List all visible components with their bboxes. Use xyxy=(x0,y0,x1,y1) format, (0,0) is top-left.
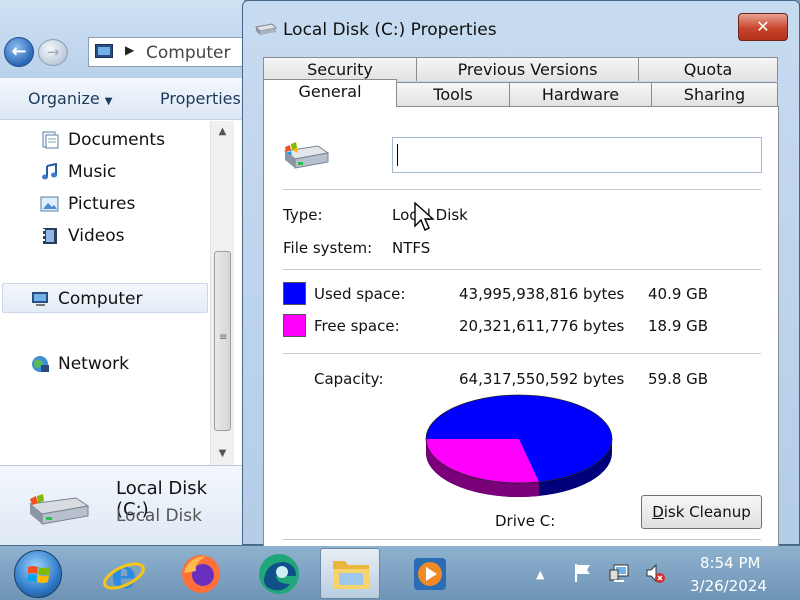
address-bar[interactable]: ▶ Computer xyxy=(88,37,248,67)
tab-security[interactable]: Security xyxy=(263,57,417,81)
media-player-icon xyxy=(414,558,446,590)
nav-label: Videos xyxy=(68,226,125,246)
nav-item-videos[interactable]: Videos xyxy=(0,221,208,251)
scroll-thumb[interactable]: ≡ xyxy=(214,251,231,431)
divider xyxy=(283,189,761,190)
volume-muted-icon[interactable] xyxy=(644,562,666,584)
nav-item-network[interactable]: Network xyxy=(0,349,208,379)
nav-label: Computer xyxy=(58,289,143,309)
divider xyxy=(283,353,761,354)
nav-item-computer[interactable]: Computer xyxy=(2,283,208,313)
nav-scrollbar[interactable]: ▲ ≡ ▼ xyxy=(210,121,234,465)
back-button[interactable]: ← xyxy=(4,37,34,67)
details-drive-type: Local Disk xyxy=(116,506,202,526)
used-space-gb: 40.9 GB xyxy=(648,285,709,303)
details-pane: Local Disk (C:) Local Disk xyxy=(0,465,244,545)
tab-general[interactable]: General xyxy=(263,79,397,107)
mouse-cursor-icon xyxy=(414,202,435,231)
hard-drive-icon xyxy=(28,494,90,525)
properties-button[interactable]: Properties xyxy=(160,89,241,108)
taskbar-edge[interactable] xyxy=(250,548,310,599)
nav-item-music[interactable]: Music xyxy=(0,157,208,187)
nav-item-documents[interactable]: Documents xyxy=(0,125,208,155)
start-button[interactable] xyxy=(14,550,62,598)
show-hidden-icons-icon[interactable]: ▲ xyxy=(536,568,544,581)
divider xyxy=(283,269,761,270)
internet-explorer-icon: e xyxy=(103,552,145,596)
free-space-label: Free space: xyxy=(314,317,400,335)
tab-previous-versions[interactable]: Previous Versions xyxy=(416,57,639,81)
used-space-bytes: 43,995,938,816 bytes xyxy=(459,285,625,303)
capacity-label: Capacity: xyxy=(314,370,384,388)
type-label: Type: xyxy=(283,206,323,224)
grip-icon: ≡ xyxy=(219,332,228,343)
taskbar-internet-explorer[interactable]: e xyxy=(94,548,154,599)
clock-time[interactable]: 8:54 PM xyxy=(700,554,760,572)
general-tab-panel: Type: Local Disk File system: NTFS Used … xyxy=(263,106,779,546)
breadcrumb-chevron-icon[interactable]: ▶ xyxy=(125,43,134,57)
nav-item-pictures[interactable]: Pictures xyxy=(0,189,208,219)
tab-quota[interactable]: Quota xyxy=(638,57,778,81)
forward-arrow-icon: → xyxy=(46,43,60,61)
free-space-swatch xyxy=(283,314,306,337)
breadcrumb-computer[interactable]: Computer xyxy=(146,43,231,63)
taskbar-file-explorer[interactable] xyxy=(320,548,380,599)
command-bar: Organize ▼ Properties xyxy=(0,78,244,120)
disk-usage-pie-chart xyxy=(425,394,613,497)
properties-dialog: Local Disk (C:) Properties ✕ Security Pr… xyxy=(242,0,800,546)
close-button[interactable]: ✕ xyxy=(738,13,788,41)
network-status-icon[interactable] xyxy=(608,562,630,584)
text-caret xyxy=(397,144,398,166)
drive-name-input[interactable] xyxy=(392,137,762,173)
taskbar-firefox[interactable] xyxy=(172,548,232,599)
scroll-up-arrow-icon[interactable]: ▲ xyxy=(211,121,234,143)
capacity-bytes: 64,317,550,592 bytes xyxy=(459,370,625,388)
edge-icon xyxy=(259,554,299,594)
drive-icon xyxy=(255,23,277,35)
hard-drive-icon xyxy=(283,142,330,169)
action-center-flag-icon[interactable] xyxy=(572,562,594,584)
dropdown-arrow-icon: ▼ xyxy=(104,96,113,107)
computer-icon xyxy=(95,44,113,58)
nav-label: Network xyxy=(58,354,129,374)
close-icon: ✕ xyxy=(756,17,770,36)
divider xyxy=(283,539,761,540)
explorer-window: ← → ▶ Computer Organize ▼ Properties Doc… xyxy=(0,0,248,545)
free-space-gb: 18.9 GB xyxy=(648,317,709,335)
used-space-label: Used space: xyxy=(314,285,406,303)
scroll-down-arrow-icon[interactable]: ▼ xyxy=(211,443,234,465)
videos-icon xyxy=(43,228,57,244)
used-space-swatch xyxy=(283,282,306,305)
back-arrow-icon: ← xyxy=(11,41,27,62)
nav-label: Documents xyxy=(68,130,165,150)
tab-sharing[interactable]: Sharing xyxy=(651,82,778,106)
documents-icon xyxy=(42,131,59,149)
dialog-title: Local Disk (C:) Properties xyxy=(283,20,497,40)
nav-label: Pictures xyxy=(68,194,136,214)
explorer-titlebar: ← → ▶ Computer xyxy=(0,0,248,78)
capacity-gb: 59.8 GB xyxy=(648,370,709,388)
tab-tools[interactable]: Tools xyxy=(396,82,510,106)
navigation-pane: Documents Music Pictures Videos Computer… xyxy=(0,121,210,465)
forward-button[interactable]: → xyxy=(38,39,68,66)
computer-icon xyxy=(32,292,48,306)
taskbar-media-player[interactable] xyxy=(400,548,460,599)
organize-menu[interactable]: Organize ▼ xyxy=(28,89,112,108)
pictures-icon xyxy=(40,196,59,212)
network-icon xyxy=(32,356,49,372)
taskbar: e ▲ 8:54 PM 3/26/2024 xyxy=(0,545,800,600)
tab-hardware[interactable]: Hardware xyxy=(509,82,652,106)
free-space-bytes: 20,321,611,776 bytes xyxy=(459,317,625,335)
file-system-label: File system: xyxy=(283,239,373,257)
drive-label: Drive C: xyxy=(495,512,556,530)
firefox-icon xyxy=(182,555,220,593)
file-explorer-icon xyxy=(333,561,369,589)
nav-label: Music xyxy=(68,162,117,182)
windows-logo-icon xyxy=(27,566,50,583)
clock-date[interactable]: 3/26/2024 xyxy=(690,577,767,595)
disk-cleanup-button[interactable]: Disk Cleanup xyxy=(641,495,762,529)
file-system-value: NTFS xyxy=(392,239,431,257)
music-icon xyxy=(42,163,57,180)
